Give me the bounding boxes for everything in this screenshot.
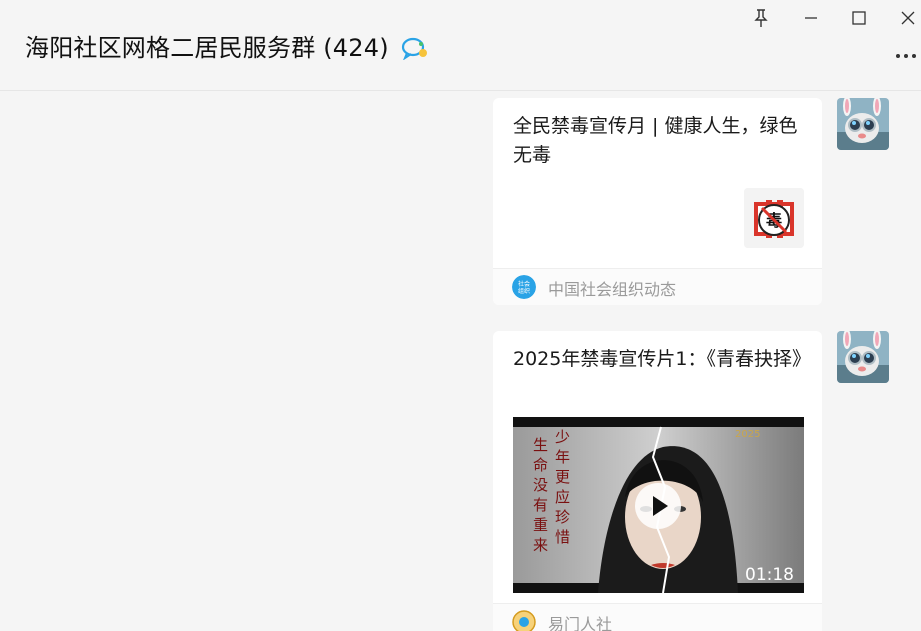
source-logo-icon: 社会 组织 <box>512 275 536 299</box>
video-thumbnail[interactable]: 2025 生命没有重来 少年更应珍惜 01:18 <box>513 417 804 593</box>
video-duration: 01:18 <box>745 565 794 585</box>
chat-title-text: 海阳社区网格二居民服务群 (424) <box>25 34 389 62</box>
title-bar: 海阳社区网格二居民服务群 (424) <box>0 0 921 91</box>
group-chat-icon <box>401 36 429 66</box>
video-card[interactable]: 2025年禁毒宣传片1：《青春抉择》 2025 生命没有重来 少年更应珍惜 01… <box>493 331 822 631</box>
maximize-button[interactable] <box>846 6 872 30</box>
minimize-button[interactable] <box>798 6 824 30</box>
rabbit-avatar-icon <box>837 98 889 150</box>
sender-avatar[interactable] <box>837 331 889 383</box>
minimize-icon <box>805 17 817 19</box>
video-source[interactable]: 易门人社 <box>493 603 822 631</box>
pin-icon <box>754 9 768 27</box>
video-corner-text: 2025 <box>735 429 760 440</box>
chat-title: 海阳社区网格二居民服务群 (424) <box>25 28 429 66</box>
article-thumbnail[interactable]: 毒 <box>744 188 804 248</box>
play-button[interactable] <box>635 483 681 529</box>
poem-line-right: 生命没有重来 <box>533 436 549 554</box>
source-name: 易门人社 <box>548 615 613 631</box>
more-icon <box>896 54 916 58</box>
article-source[interactable]: 社会 组织 中国社会组织动态 <box>493 268 822 305</box>
no-drugs-badge-icon: 毒 <box>744 188 804 248</box>
close-icon <box>901 11 915 25</box>
video-title[interactable]: 2025年禁毒宣传片1：《青春抉择》 <box>513 345 813 374</box>
more-button[interactable] <box>893 44 919 68</box>
source-logo-icon <box>512 610 536 631</box>
article-card[interactable]: 全民禁毒宣传月 | 健康人生，绿色无毒 毒 社会 组织 中国社会组织动态 <box>493 98 822 305</box>
svg-text:组织: 组织 <box>518 287 530 295</box>
poem-line-left: 少年更应珍惜 <box>555 428 571 546</box>
sender-avatar[interactable] <box>837 98 889 150</box>
rabbit-avatar-icon <box>837 331 889 383</box>
close-button[interactable] <box>895 6 921 30</box>
source-name: 中国社会组织动态 <box>548 280 677 299</box>
pin-button[interactable] <box>748 6 774 30</box>
maximize-icon <box>852 11 866 25</box>
play-icon <box>653 496 668 516</box>
svg-text:社会: 社会 <box>518 280 530 288</box>
article-title[interactable]: 全民禁毒宣传月 | 健康人生，绿色无毒 <box>513 112 813 170</box>
